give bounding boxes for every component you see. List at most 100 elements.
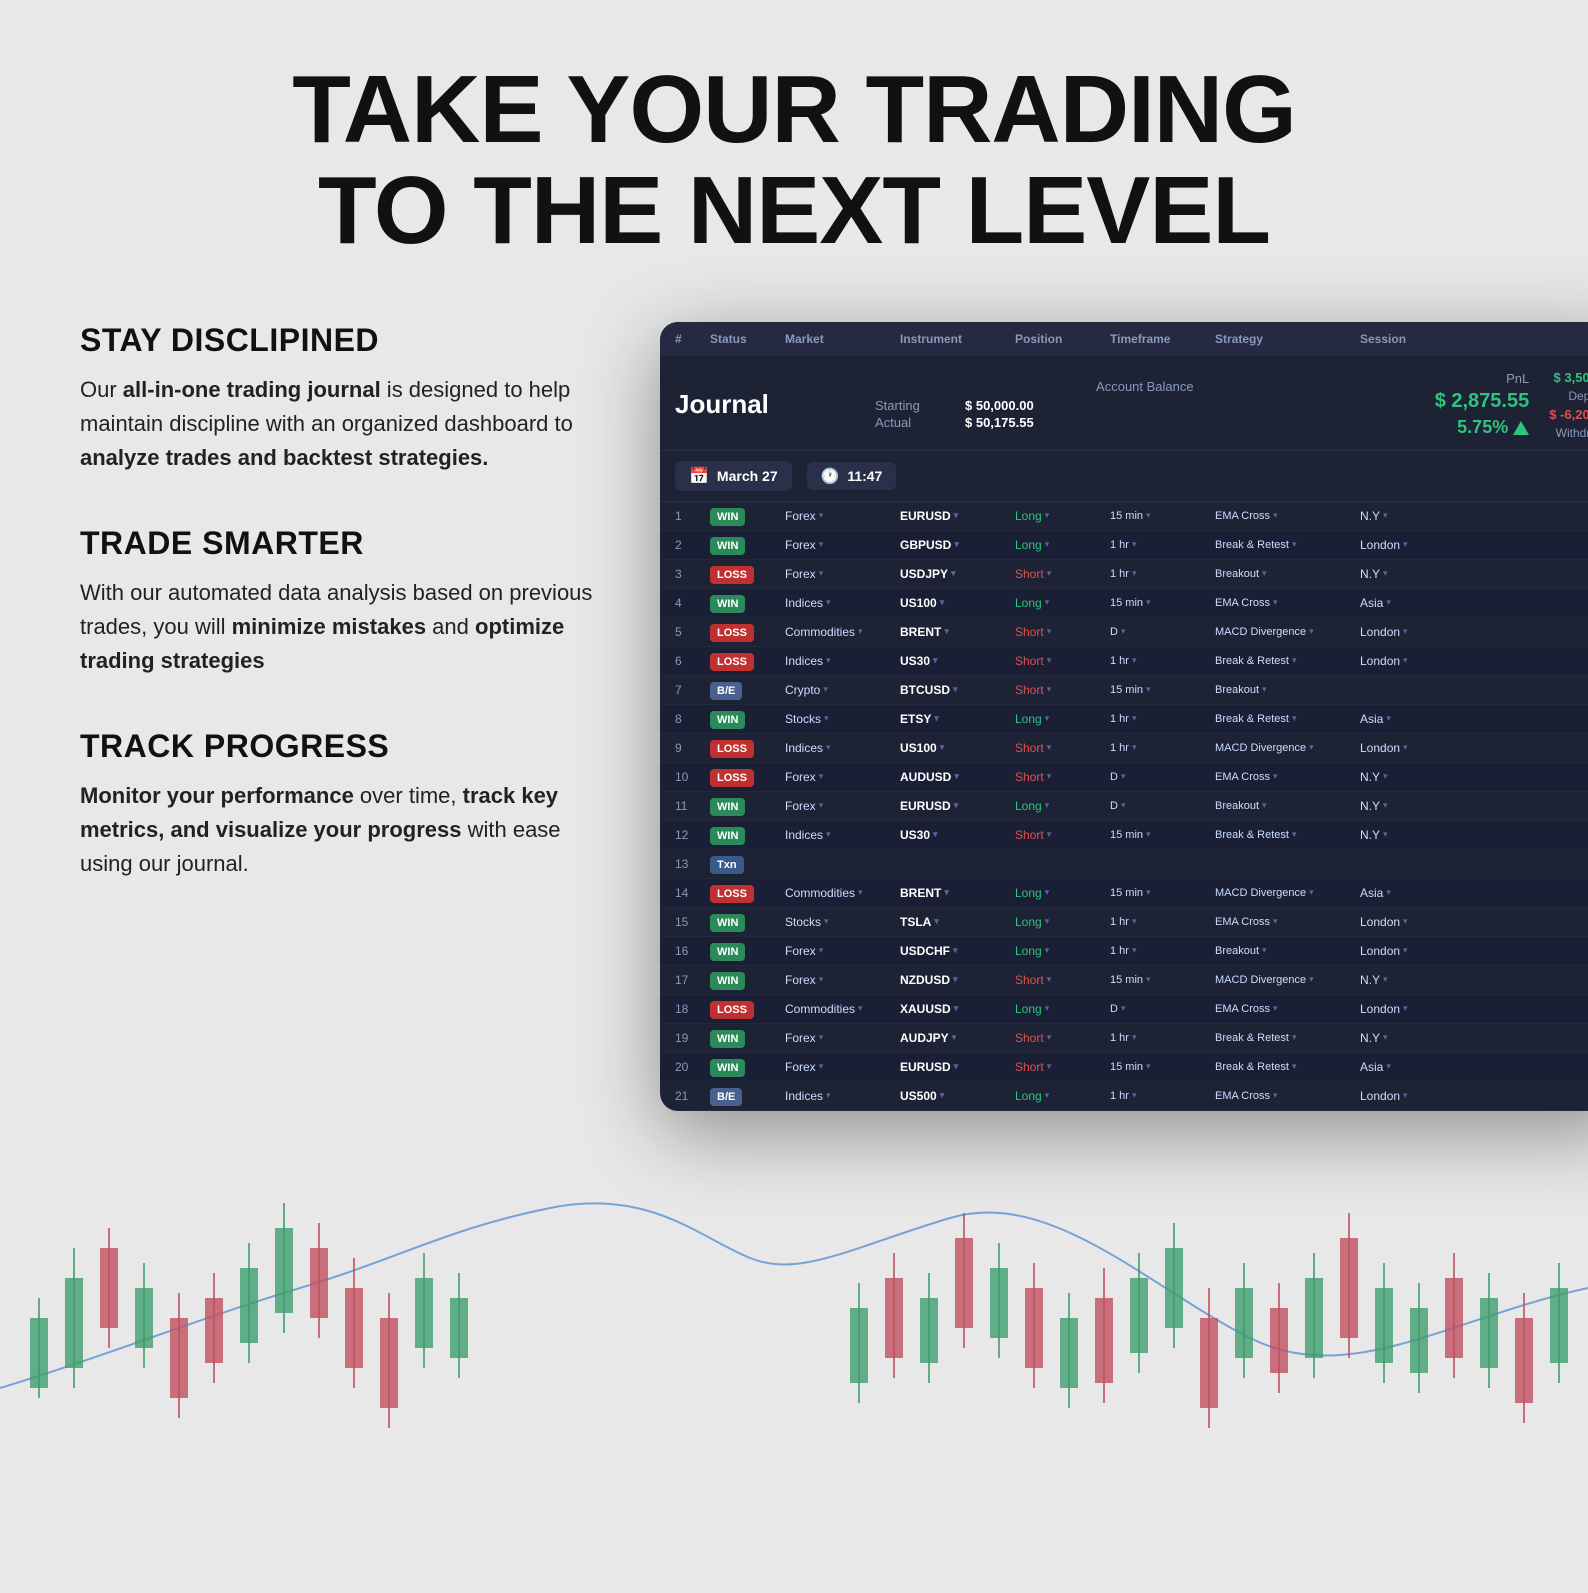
timeframe-cell: 1 hr▾: [1110, 916, 1210, 928]
status-cell: LOSS: [710, 654, 780, 668]
strategy-cell: EMA Cross▾: [1215, 510, 1355, 522]
dropdown-icon: ▾: [1047, 684, 1052, 695]
dropdown-icon: ▾: [1045, 713, 1050, 724]
table-row[interactable]: 21 B/E Indices▾ US500▾ Long▾ 1 hr▾ EMA C…: [660, 1082, 1588, 1111]
position-cell: Long▾: [1015, 1002, 1105, 1016]
strategy-cell: EMA Cross▾: [1215, 1003, 1355, 1015]
dropdown-icon: ▾: [1045, 887, 1050, 898]
timeframe-cell: D▾: [1110, 800, 1210, 812]
table-row[interactable]: 6 LOSS Indices▾ US30▾ Short▾ 1 hr▾ Break…: [660, 647, 1588, 676]
dropdown-icon: ▾: [826, 1090, 831, 1101]
session-cell: Asia▾: [1360, 1060, 1440, 1074]
dropdown-icon: ▾: [1047, 1061, 1052, 1072]
status-cell: LOSS: [710, 741, 780, 755]
table-row[interactable]: 5 LOSS Commodities▾ BRENT▾ Short▾ D▾ MAC…: [660, 618, 1588, 647]
col-header-market: Market: [785, 332, 895, 346]
dropdown-icon: ▾: [1132, 655, 1137, 666]
timeframe-cell: 15 min▾: [1110, 1061, 1210, 1073]
market-cell: Stocks▾: [785, 712, 895, 726]
dropdown-icon: ▾: [824, 713, 829, 724]
dropdown-icon: ▾: [1132, 742, 1137, 753]
table-row[interactable]: 13 Txn: [660, 850, 1588, 879]
table-row[interactable]: 15 WIN Stocks▾ TSLA▾ Long▾ 1 hr▾ EMA Cro…: [660, 908, 1588, 937]
position-cell: Long▾: [1015, 915, 1105, 929]
table-row[interactable]: 17 WIN Forex▾ NZDUSD▾ Short▾ 15 min▾ MAC…: [660, 966, 1588, 995]
position-cell: Short▾: [1015, 654, 1105, 668]
timeframe-cell: D▾: [1110, 771, 1210, 783]
col-header-session: Session: [1360, 332, 1440, 346]
dropdown-icon: ▾: [934, 916, 939, 927]
instrument-cell: GBPUSD▾: [900, 538, 1010, 552]
table-row[interactable]: 1 WIN Forex▾ EURUSD▾ Long▾ 15 min▾ EMA C…: [660, 502, 1588, 531]
table-row[interactable]: 2 WIN Forex▾ GBPUSD▾ Long▾ 1 hr▾ Break &…: [660, 531, 1588, 560]
position-cell: Short▾: [1015, 973, 1105, 987]
status-cell: WIN: [710, 799, 780, 813]
dropdown-icon: ▾: [954, 539, 959, 550]
dropdown-icon: ▾: [1047, 742, 1052, 753]
dropdown-icon: ▾: [1146, 684, 1151, 695]
strategy-cell: MACD Divergence▾: [1215, 626, 1355, 638]
dropdown-icon: ▾: [1403, 945, 1408, 956]
dropdown-icon: ▾: [934, 713, 939, 724]
date-pill: 📅 March 27: [675, 461, 792, 491]
dropdown-icon: ▾: [1045, 597, 1050, 608]
two-col-layout: STAY DISCLIPINED Our all-in-one trading …: [80, 322, 1508, 1111]
table-row[interactable]: 10 LOSS Forex▾ AUDUSD▾ Short▾ D▾ EMA Cro…: [660, 763, 1588, 792]
table-row[interactable]: 16 WIN Forex▾ USDCHF▾ Long▾ 1 hr▾ Breako…: [660, 937, 1588, 966]
market-cell: Forex▾: [785, 567, 895, 581]
table-row[interactable]: 9 LOSS Indices▾ US100▾ Short▾ 1 hr▾ MACD…: [660, 734, 1588, 763]
strategy-cell: Break & Retest▾: [1215, 1061, 1355, 1073]
table-row[interactable]: 12 WIN Indices▾ US30▾ Short▾ 15 min▾ Bre…: [660, 821, 1588, 850]
table-row[interactable]: 8 WIN Stocks▾ ETSY▾ Long▾ 1 hr▾ Break & …: [660, 705, 1588, 734]
dropdown-icon: ▾: [1121, 626, 1126, 637]
strategy-cell: Break & Retest▾: [1215, 1032, 1355, 1044]
status-cell: WIN: [710, 1031, 780, 1045]
withdrawal-text: Withdrawal: [1549, 426, 1588, 440]
strategy-cell: EMA Cross▾: [1215, 1090, 1355, 1102]
timeframe-cell: D▾: [1110, 626, 1210, 638]
market-cell: Forex▾: [785, 509, 895, 523]
status-cell: WIN: [710, 712, 780, 726]
market-cell: Forex▾: [785, 973, 895, 987]
col-header-instrument: Instrument: [900, 332, 1010, 346]
table-row[interactable]: 4 WIN Indices▾ US100▾ Long▾ 15 min▾ EMA …: [660, 589, 1588, 618]
market-cell: Commodities▾: [785, 625, 895, 639]
dropdown-icon: ▾: [1292, 1061, 1297, 1072]
table-row[interactable]: 18 LOSS Commodities▾ XAUUSD▾ Long▾ D▾ EM…: [660, 995, 1588, 1024]
session-cell: London▾: [1360, 741, 1440, 755]
market-cell: Indices▾: [785, 828, 895, 842]
dropdown-icon: ▾: [940, 1090, 945, 1101]
deposits-label: Deposits: [1549, 389, 1588, 403]
pnl-label: PnL: [1506, 371, 1529, 386]
trade-num: 19: [675, 1031, 705, 1045]
dashboard: # Status Market Instrument Position Time…: [660, 322, 1588, 1111]
table-row[interactable]: 14 LOSS Commodities▾ BRENT▾ Long▾ 15 min…: [660, 879, 1588, 908]
table-row[interactable]: 19 WIN Forex▾ AUDJPY▾ Short▾ 1 hr▾ Break…: [660, 1024, 1588, 1053]
strategy-cell: Break & Retest▾: [1215, 713, 1355, 725]
session-cell: London▾: [1360, 1002, 1440, 1016]
table-row[interactable]: 7 B/E Crypto▾ BTCUSD▾ Short▾ 15 min▾ Bre…: [660, 676, 1588, 705]
strategy-cell: Break & Retest▾: [1215, 829, 1355, 841]
table-row[interactable]: 20 WIN Forex▾ EURUSD▾ Short▾ 15 min▾ Bre…: [660, 1053, 1588, 1082]
session-cell: N.Y▾: [1360, 828, 1440, 842]
col-header-num: #: [675, 332, 705, 346]
trade-num: 3: [675, 567, 705, 581]
market-cell: Indices▾: [785, 596, 895, 610]
timeframe-cell: 15 min▾: [1110, 684, 1210, 696]
trade-num: 21: [675, 1089, 705, 1103]
table-row[interactable]: 11 WIN Forex▾ EURUSD▾ Long▾ D▾ Breakout▾…: [660, 792, 1588, 821]
session-cell: N.Y▾: [1360, 973, 1440, 987]
dropdown-icon: ▾: [1383, 800, 1388, 811]
timeframe-cell: 1 hr▾: [1110, 655, 1210, 667]
table-row[interactable]: 3 LOSS Forex▾ USDJPY▾ Short▾ 1 hr▾ Break…: [660, 560, 1588, 589]
trade-num: 14: [675, 886, 705, 900]
dropdown-icon: ▾: [1383, 829, 1388, 840]
instrument-cell: XAUUSD▾: [900, 1002, 1010, 1016]
table-column-headers: # Status Market Instrument Position Time…: [660, 322, 1588, 356]
strategy-cell: Breakout▾: [1215, 568, 1355, 580]
starting-label: Starting: [875, 398, 955, 413]
trade-num: 1: [675, 509, 705, 523]
dropdown-icon: ▾: [1146, 887, 1151, 898]
timeframe-cell: 1 hr▾: [1110, 539, 1210, 551]
dropdown-icon: ▾: [1047, 655, 1052, 666]
